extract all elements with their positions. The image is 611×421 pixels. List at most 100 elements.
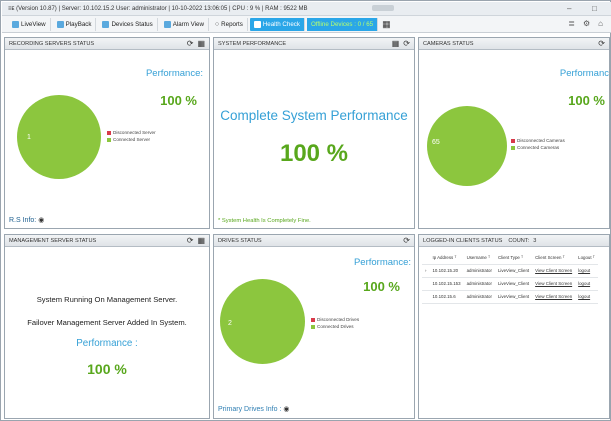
view-client-screen-link[interactable]: View Client Screen <box>532 277 576 291</box>
primary-drives-info: Primary Drives Info : ◉ <box>218 405 289 413</box>
menu-health-check[interactable]: Health Check <box>249 17 305 31</box>
view-client-screen-link[interactable]: View Client Screen <box>532 290 576 304</box>
filter-icon[interactable]: ᵀ <box>488 255 490 260</box>
management-perf-label: Performance : <box>76 338 138 349</box>
cell-client-type: LiveView_Client <box>494 277 533 291</box>
legend-disconnected-cameras: Disconnected Cameras <box>511 137 565 144</box>
calendar-icon[interactable]: ▦ <box>382 19 391 30</box>
cell-ip: 10.102.15.20 <box>429 264 464 278</box>
logout-link[interactable]: logout <box>575 290 598 304</box>
rs-info-label: R.S Info: <box>9 217 37 224</box>
col-ip-address-label: Ip Address <box>432 254 454 260</box>
cameras-perf-label: Performanc <box>559 68 609 79</box>
calendar-icon[interactable]: ▦ <box>197 236 205 245</box>
alarm-icon <box>163 20 171 28</box>
system-performance-header: SYSTEM PERFORMANCE ▦ ⟳ <box>214 38 414 50</box>
cameras-perf-value: 100 % <box>568 93 605 108</box>
recording-legend: Disconnected Server Connected Server <box>107 129 156 143</box>
menu-reports-label: Reports <box>221 20 243 28</box>
cell-username: administrator <box>463 277 495 291</box>
row-spacer <box>422 290 430 304</box>
offline-devices-label: Offline Devices : 0 / 65 <box>310 20 374 28</box>
drives-perf-value: 100 % <box>363 279 400 294</box>
col-username[interactable]: Username ᵀ <box>463 251 495 265</box>
col-spacer <box>422 251 430 265</box>
drives-pie <box>220 279 305 364</box>
pdf-icon[interactable]: ▦ <box>392 39 400 48</box>
window-title: ≡ᴇ (Version 10.87) | Server: 10.102.15.2… <box>8 5 308 12</box>
menu-devices-status[interactable]: Devices Status <box>98 17 158 31</box>
view-client-screen-link[interactable]: View Client Screen <box>532 264 576 278</box>
management-server-panel: MANAGEMENT SERVER STATUS ⟳ ▦ System Runni… <box>4 234 210 419</box>
maximize-button[interactable]: □ <box>592 4 597 13</box>
table-row[interactable]: › 10.102.15.20 administrator LiveView_Cl… <box>422 264 598 278</box>
filter-icon[interactable]: ᵀ <box>454 255 456 260</box>
clients-table: Ip Address ᵀ Username ᵀ Client Type ᵀ Cl… <box>422 251 598 304</box>
refresh-icon[interactable]: ⟳ <box>598 39 605 48</box>
reports-icon: ○ <box>214 20 220 28</box>
clients-count-label: COUNT: <box>508 237 530 244</box>
clients-count: 3 <box>533 237 537 244</box>
offline-devices-badge[interactable]: Offline Devices : 0 / 65 <box>306 17 379 31</box>
col-logout[interactable]: Logout ᵀ <box>575 251 598 265</box>
refresh-icon[interactable]: ⟳ <box>403 39 410 48</box>
minimize-button[interactable]: – <box>567 4 571 13</box>
col-username-label: Username <box>466 254 487 260</box>
legend-connected-server: Connected Server <box>107 136 156 143</box>
logout-link[interactable]: logout <box>575 264 598 278</box>
legend-disconnected-server-label: Disconnected Server <box>113 130 156 135</box>
logged-in-clients-title: LOGGED-IN CLIENTS STATUS <box>423 237 503 244</box>
table-row[interactable]: 10.102.15.6 administrator LiveView_Clien… <box>422 290 598 304</box>
legend-disconnected-drives: Disconnected Drives <box>311 316 359 323</box>
menu-alarm-view[interactable]: Alarm View <box>160 17 209 31</box>
refresh-icon[interactable]: ⟳ <box>403 236 410 245</box>
menu-list-icon[interactable]: ≣ <box>568 19 575 28</box>
menu-playback[interactable]: PlayBack <box>53 17 97 31</box>
col-client-screen[interactable]: Client Screen ᵀ <box>532 251 576 265</box>
recording-servers-title: RECORDING SERVERS STATUS <box>9 40 95 47</box>
info-pin-icon[interactable]: ◉ <box>38 217 44 224</box>
legend-connected-drives: Connected Drives <box>311 323 359 330</box>
col-client-type[interactable]: Client Type ᵀ <box>494 251 533 265</box>
row-expand-icon[interactable]: › <box>422 264 430 278</box>
legend-connected-cameras: Connected Cameras <box>511 144 565 151</box>
logged-in-clients-header: LOGGED-IN CLIENTS STATUS COUNT: 3 <box>419 235 609 247</box>
menu-liveview[interactable]: LiveView <box>8 17 51 31</box>
management-perf-value: 100 % <box>87 361 127 377</box>
cell-username: administrator <box>463 290 495 304</box>
menu-reports[interactable]: ○ Reports <box>211 17 248 31</box>
title-scroll-thumb[interactable] <box>372 5 394 11</box>
table-row[interactable]: 10.102.15.153 administrator LiveView_Cli… <box>422 277 598 291</box>
drives-status-header: DRIVES STATUS ⟳ <box>214 235 414 247</box>
system-performance-value: 100 % <box>279 140 349 167</box>
row-spacer <box>422 277 430 291</box>
logout-link[interactable]: logout <box>575 277 598 291</box>
settings-icon[interactable]: ⚙ <box>583 19 590 28</box>
system-health-note: * System Health Is Completely Fine. <box>218 218 311 224</box>
primary-drives-info-label: Primary Drives Info : <box>218 406 282 413</box>
recording-servers-header: RECORDING SERVERS STATUS ⟳ ▦ <box>5 38 209 50</box>
management-server-header: MANAGEMENT SERVER STATUS ⟳ ▦ <box>5 235 209 247</box>
system-performance-message: Complete System Performance <box>220 108 408 123</box>
home-icon[interactable]: ⌂ <box>598 19 603 28</box>
drives-count: 2 <box>228 320 232 327</box>
filter-icon[interactable]: ᵀ <box>521 255 523 260</box>
recording-servers-count: 1 <box>27 134 31 141</box>
col-ip-address[interactable]: Ip Address ᵀ <box>429 251 464 265</box>
col-logout-label: Logout <box>578 254 592 260</box>
recording-perf-value: 100 % <box>160 93 197 108</box>
cameras-count: 65 <box>432 139 440 146</box>
calendar-icon[interactable]: ▦ <box>197 39 205 48</box>
main-menu: LiveView PlayBack Devices Status Alarm V… <box>2 16 611 33</box>
cell-client-type: LiveView_Client <box>494 290 533 304</box>
recording-servers-panel: RECORDING SERVERS STATUS ⟳ ▦ Performance:… <box>4 37 210 229</box>
refresh-icon[interactable]: ⟳ <box>187 39 194 48</box>
refresh-icon[interactable]: ⟳ <box>187 236 194 245</box>
filter-icon[interactable]: ᵀ <box>593 255 595 260</box>
info-pin-icon[interactable]: ◉ <box>283 406 289 413</box>
menu-playback-label: PlayBack <box>65 20 92 28</box>
drives-status-title: DRIVES STATUS <box>218 237 262 244</box>
title-bar: ≡ᴇ (Version 10.87) | Server: 10.102.15.2… <box>2 2 611 16</box>
filter-icon[interactable]: ᵀ <box>563 255 565 260</box>
menu-alarm-view-label: Alarm View <box>172 20 204 28</box>
